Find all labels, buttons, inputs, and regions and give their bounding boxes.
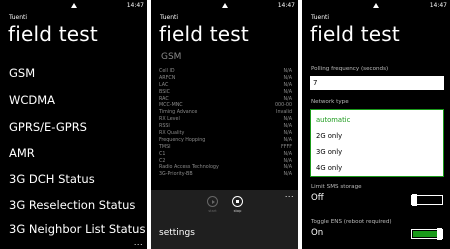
start-label: start bbox=[208, 209, 217, 213]
table-row: LAC N/A bbox=[159, 83, 292, 90]
row-key: Cell ID bbox=[159, 69, 175, 74]
network-option-2g[interactable]: 2G only bbox=[316, 132, 342, 140]
limit-sms-state: Off bbox=[311, 193, 324, 203]
row-value: N/A bbox=[283, 75, 293, 81]
limit-sms-toggle[interactable] bbox=[411, 194, 443, 206]
status-bar: 14:47 bbox=[302, 2, 450, 10]
row-key: BSIC bbox=[159, 89, 171, 95]
table-row: BSIC N/A bbox=[159, 90, 292, 97]
polling-label: Polling frequency (seconds) bbox=[311, 66, 389, 72]
menu-item-wcdma[interactable]: WCDMA bbox=[9, 93, 55, 107]
row-value: N/A bbox=[283, 69, 293, 74]
toggle-knob bbox=[412, 194, 417, 206]
table-row: TMSI FFFF bbox=[159, 145, 292, 152]
row-key: RSSI bbox=[159, 124, 170, 130]
row-value: N/A bbox=[283, 137, 293, 143]
network-type-list: automatic 2G only 3G only 4G only bbox=[310, 109, 444, 177]
row-value: N/A bbox=[283, 82, 293, 88]
table-row: C1 N/A bbox=[159, 152, 292, 159]
menu-item-3g-reselection[interactable]: 3G Reselection Status bbox=[9, 198, 135, 212]
table-row: RX Quality N/A bbox=[159, 131, 292, 138]
row-value: N/A bbox=[283, 131, 293, 137]
page-title: field test bbox=[8, 22, 98, 46]
network-option-3g[interactable]: 3G only bbox=[316, 148, 342, 156]
row-value: N/A bbox=[283, 172, 293, 178]
app-name: Tuenti bbox=[311, 14, 330, 21]
more-menu-icon[interactable]: ... bbox=[285, 191, 294, 199]
row-key: RX Quality bbox=[159, 131, 185, 137]
ens-toggle[interactable] bbox=[411, 228, 443, 240]
app-name: Tuenti bbox=[9, 14, 28, 21]
row-key: 3G-Priority-BB bbox=[159, 172, 193, 178]
signal-icon bbox=[70, 3, 77, 8]
screen-settings: 14:47 Tuenti field test Polling frequenc… bbox=[302, 0, 450, 249]
app-name: Tuenti bbox=[160, 14, 179, 21]
settings-menu-item[interactable]: settings bbox=[159, 228, 195, 238]
ens-state: On bbox=[311, 228, 324, 238]
page-title: field test bbox=[159, 22, 249, 46]
table-row: RX Level N/A bbox=[159, 117, 292, 124]
polling-input[interactable]: 7 bbox=[310, 76, 444, 90]
table-row: Cell ID N/A bbox=[159, 69, 292, 76]
stop-icon bbox=[236, 200, 239, 203]
limit-sms-label: Limit SMS storage bbox=[311, 184, 362, 190]
status-bar: 14:47 bbox=[151, 2, 298, 10]
start-button[interactable] bbox=[207, 196, 218, 207]
row-key: TMSI bbox=[159, 144, 171, 150]
ens-label: Toggle ENS (reboot required) bbox=[311, 219, 392, 225]
signal-icon bbox=[221, 3, 228, 8]
more-menu-icon[interactable]: ... bbox=[134, 239, 143, 247]
table-row: ARFCN N/A bbox=[159, 76, 292, 83]
stop-button[interactable] bbox=[232, 196, 243, 207]
section-title: GSM bbox=[161, 52, 182, 62]
play-icon bbox=[212, 199, 215, 204]
page-title: field test bbox=[310, 22, 400, 46]
toggle-knob bbox=[437, 228, 442, 240]
menu-item-amr[interactable]: AMR bbox=[9, 146, 35, 160]
table-row: RSSI N/A bbox=[159, 124, 292, 131]
row-key: LAC bbox=[159, 82, 169, 88]
toggle-fill bbox=[413, 231, 437, 237]
signal-icon bbox=[373, 3, 379, 8]
app-bar: start stop ... settings bbox=[151, 190, 298, 249]
row-key: ARFCN bbox=[159, 75, 176, 81]
network-option-4g[interactable]: 4G only bbox=[316, 164, 342, 172]
row-value: N/A bbox=[283, 89, 293, 95]
gsm-info-table: Cell ID N/A ARFCN N/A LAC N/A BSIC N/A RAC N/… bbox=[159, 69, 292, 179]
row-key: Frequency Hopping bbox=[159, 137, 206, 143]
row-value: FFFF bbox=[280, 144, 292, 150]
row-key: C1 bbox=[159, 151, 166, 157]
menu-item-3g-neighbor[interactable]: 3G Neighbor List Status bbox=[9, 222, 145, 236]
row-value: N/A bbox=[283, 151, 293, 157]
menu-item-3g-dch[interactable]: 3G DCH Status bbox=[9, 172, 95, 186]
clock: 14:47 bbox=[429, 2, 447, 9]
clock: 14:47 bbox=[126, 2, 144, 9]
network-option-automatic[interactable]: automatic bbox=[316, 116, 350, 124]
stop-label: stop bbox=[233, 209, 242, 213]
menu-item-gprs[interactable]: GPRS/E-GPRS bbox=[9, 120, 87, 134]
network-type-label: Network type bbox=[311, 99, 349, 105]
screen-gsm: 14:47 Tuenti field test GSM Cell ID N/A A… bbox=[151, 0, 298, 249]
table-row: 3G-Priority-BB N/A bbox=[159, 172, 292, 179]
screen-menu: 14:47 Tuenti field test GSM WCDMA GPRS/E… bbox=[0, 0, 147, 249]
table-row: Frequency Hopping N/A bbox=[159, 138, 292, 145]
menu-item-gsm[interactable]: GSM bbox=[9, 66, 35, 80]
status-bar: 14:47 bbox=[0, 2, 147, 10]
clock: 14:47 bbox=[277, 2, 295, 9]
row-value: N/A bbox=[283, 124, 293, 130]
